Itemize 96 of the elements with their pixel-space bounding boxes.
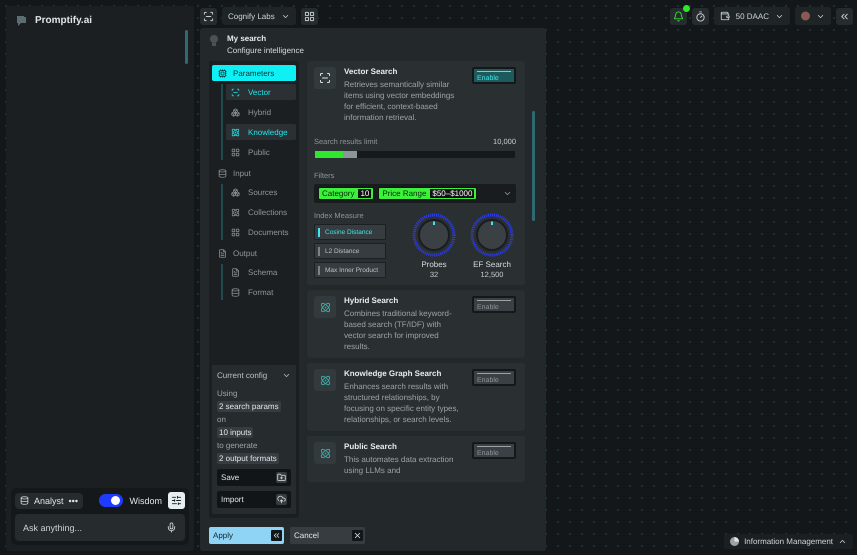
nav-section[interactable]: Output	[212, 245, 296, 261]
atom-icon	[231, 208, 240, 216]
toggle-label: Wisdom	[129, 496, 162, 506]
nav-item[interactable]: Hybrid	[226, 104, 296, 120]
card-title: Vector Search	[344, 67, 398, 76]
card-description: Retrieves semantically similar items using vector embeddings for efficient, context-based information retrieval.	[344, 79, 456, 123]
nav-item[interactable]: Collections	[226, 204, 296, 220]
scan-icon	[203, 10, 214, 22]
grid-icon	[231, 148, 240, 156]
chevron-up-icon	[838, 537, 847, 546]
apps-button[interactable]	[300, 8, 318, 24]
bulb-icon	[209, 34, 219, 46]
chip-icon	[218, 68, 227, 78]
collapse-button[interactable]	[836, 8, 853, 24]
avatar-icon	[801, 11, 810, 21]
scrollbar-thumb[interactable]	[185, 30, 188, 64]
chevrons-left-icon	[272, 531, 281, 540]
slider-thumb[interactable]	[343, 151, 357, 158]
nav-item[interactable]: Documents	[226, 224, 296, 240]
agent-selector[interactable]: Analyst •••	[15, 492, 83, 508]
grid-icon	[304, 10, 315, 22]
config-text: Using	[217, 389, 238, 398]
filter-tag[interactable]: Category 10	[318, 187, 374, 200]
nav-item[interactable]: Schema	[226, 264, 296, 280]
chevrons-left-icon	[839, 10, 850, 22]
document-icon	[231, 268, 240, 276]
database-icon	[231, 288, 240, 296]
atom-icon	[231, 128, 240, 136]
scrollbar-thumb[interactable]	[532, 111, 535, 221]
pie-icon	[730, 537, 740, 546]
atom-icon	[314, 296, 336, 318]
limit-slider[interactable]	[314, 150, 516, 159]
atom-icon	[314, 442, 336, 464]
config-action-button[interactable]: Save	[217, 469, 291, 486]
filters-field[interactable]: Category 10 Price Range $50–$1000	[314, 184, 516, 203]
nav-item[interactable]: Sources	[226, 184, 296, 200]
microphone-icon[interactable]	[166, 522, 177, 533]
timer-button[interactable]	[692, 8, 709, 24]
card-title: Hybrid Search	[344, 296, 400, 305]
scan-icon	[231, 88, 240, 96]
grid-icon	[231, 228, 240, 236]
config-title: Current config	[217, 371, 268, 380]
card-description: Enhances search results with structured relationships, by focusing on specific entity types, relationships, or search levels.	[344, 381, 460, 425]
scan-button[interactable]	[200, 8, 217, 24]
wallet-dropdown[interactable]: 50 DAAC	[714, 7, 790, 25]
config-text: to generate	[217, 441, 258, 450]
profile-dropdown[interactable]	[795, 7, 831, 25]
cloud-upload-icon	[277, 495, 286, 504]
atom-icon	[314, 369, 336, 391]
bell-icon	[672, 10, 684, 22]
nav-item[interactable]: Format	[226, 284, 296, 300]
knob-label: Probes	[421, 260, 447, 269]
card-title: Public Search	[344, 442, 398, 451]
chevron-down-icon[interactable]	[503, 189, 512, 198]
nav-item[interactable]: Public	[226, 144, 296, 160]
chevron-down-icon[interactable]	[282, 371, 291, 380]
boxes-icon	[231, 188, 240, 196]
timer-icon	[694, 10, 706, 22]
workspace-dropdown[interactable]: Cognify Labs	[222, 7, 296, 25]
close-icon	[353, 531, 362, 540]
nav-item[interactable]: Knowledge	[226, 124, 296, 140]
nav-section[interactable]: Parameters	[212, 65, 296, 81]
nav-section[interactable]: Input	[212, 165, 296, 181]
notification-button[interactable]	[670, 8, 687, 24]
filter-tag[interactable]: Price Range $50–$1000	[378, 187, 478, 200]
config-tag: 2 output formats	[217, 453, 279, 464]
boxes-icon	[231, 108, 240, 116]
config-tag: 10 inputs	[217, 427, 254, 438]
database-icon	[20, 496, 29, 505]
config-text: on	[217, 415, 227, 424]
slider-fill[interactable]	[315, 151, 343, 158]
brand-name: Promptify.ai	[35, 14, 92, 26]
nav-item[interactable]: Vector	[226, 84, 296, 100]
panel-subtitle: Configure intelligence	[227, 46, 304, 55]
ask-field[interactable]: Ask anything...	[15, 514, 185, 541]
database-icon	[218, 168, 227, 178]
wisdom-toggle[interactable]	[99, 494, 124, 507]
dial-knob[interactable]	[410, 211, 458, 259]
apply-button[interactable]: Apply	[209, 527, 284, 544]
cancel-button[interactable]: Cancel	[290, 527, 365, 544]
card-description: This automates data extraction using LLMs and	[344, 454, 454, 476]
card-description: Combines traditional keyword-based search (TF/IDF) with vector search for improved results.	[344, 308, 453, 352]
panel-title: My search	[227, 34, 268, 43]
config-tag: 2 search params	[217, 401, 281, 412]
vector-icon	[314, 67, 336, 89]
settings-button[interactable]	[168, 492, 185, 509]
dial-knob[interactable]	[468, 211, 516, 259]
document-icon	[218, 248, 227, 258]
config-action-button[interactable]: Import	[217, 491, 291, 508]
knob-label: EF Search	[473, 260, 511, 269]
settings-icon	[171, 495, 182, 506]
logo-icon	[16, 14, 27, 26]
wallet-icon	[720, 11, 730, 21]
card-title: Knowledge Graph Search	[344, 369, 442, 378]
folder-plus-icon	[277, 473, 286, 482]
info-management-button[interactable]: Information Management	[724, 534, 853, 549]
